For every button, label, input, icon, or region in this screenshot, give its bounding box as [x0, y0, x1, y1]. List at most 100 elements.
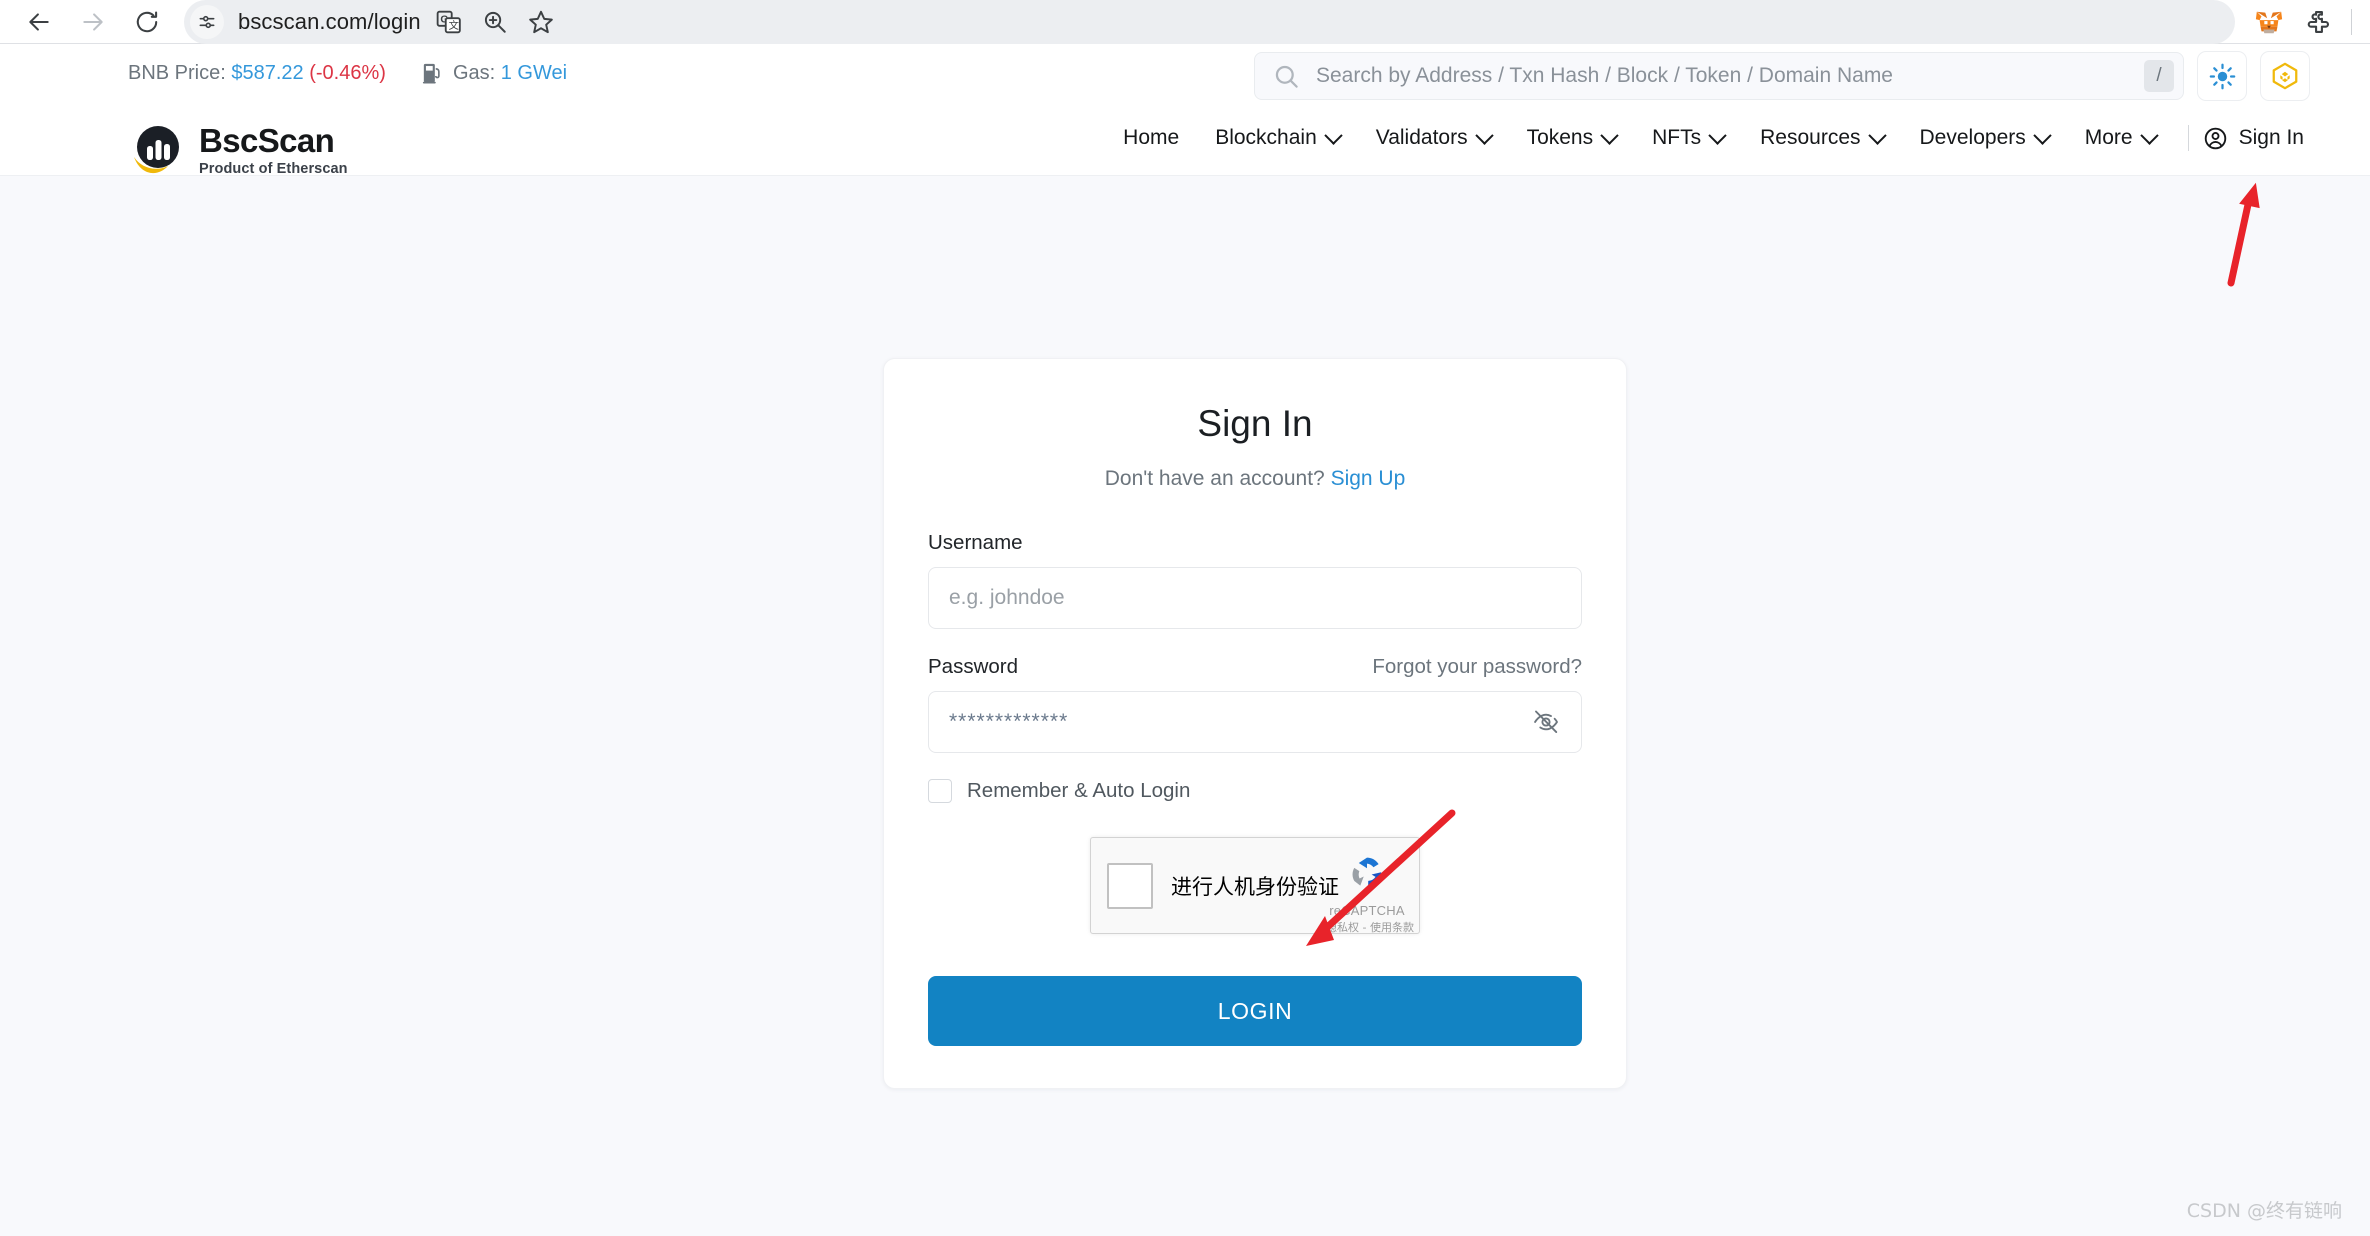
search-box[interactable]: /: [1254, 52, 2184, 100]
search-shortcut-badge: /: [2144, 60, 2174, 92]
theme-toggle-button[interactable]: [2197, 51, 2247, 101]
back-button[interactable]: [18, 1, 60, 43]
chevron-down-icon: [1600, 125, 1619, 145]
reload-button[interactable]: [126, 1, 168, 43]
gas-value: 1 GWei: [500, 61, 568, 84]
address-bar[interactable]: bscscan.com/login G 文: [184, 0, 2235, 44]
chevron-down-icon: [1474, 125, 1494, 145]
username-input[interactable]: [947, 585, 1563, 611]
omnibox-actions: G 文: [429, 2, 561, 42]
brand-title: BscScan: [199, 121, 335, 159]
toggle-password-visibility-button[interactable]: [1529, 705, 1563, 739]
recaptcha-checkbox[interactable]: [1107, 862, 1153, 909]
chevron-down-icon: [2139, 125, 2159, 145]
nav-divider: [2187, 125, 2189, 151]
nav-label: Resources: [1760, 126, 1861, 149]
gas-pump-icon: [422, 63, 440, 84]
recaptcha-widget[interactable]: 进行人机身份验证 reCAPTCHA 隐私权 - 使用条款: [1090, 837, 1420, 934]
sign-in-label: Sign In: [2238, 126, 2304, 149]
recaptcha-branding: reCAPTCHA 隐私权 - 使用条款: [1326, 850, 1414, 935]
nav-item-blockchain[interactable]: Blockchain: [1197, 125, 1358, 150]
bookmark-star-icon[interactable]: [521, 2, 561, 42]
reload-icon: [136, 10, 158, 32]
chevron-down-icon: [1867, 125, 1887, 145]
search-input[interactable]: [1314, 63, 2144, 89]
extension-icons: [2249, 2, 2339, 42]
gas-text: Gas: 1 GWei: [453, 62, 567, 85]
url-text: bscscan.com/login: [238, 8, 421, 34]
nav-label: Home: [1123, 126, 1180, 149]
gas-tracker[interactable]: Gas: 1 GWei: [422, 61, 567, 85]
nav-item-tokens[interactable]: Tokens: [1509, 125, 1635, 150]
recaptcha-logo-icon: [1352, 857, 1382, 887]
ticker-bar: BNB Price: $587.22 (-0.46%) Gas: 1 GWei: [0, 45, 2370, 101]
bnb-price-label: BNB Price:: [128, 61, 226, 84]
page-title: Sign In: [1197, 403, 1313, 444]
watermark: CSDN @终有链响: [2186, 1200, 2342, 1222]
brand-subtitle: Product of Etherscan: [199, 160, 348, 177]
nav-links: Home Blockchain Validators Tokens NFTs R…: [1105, 125, 2312, 151]
forgot-password-link[interactable]: Forgot your password?: [1372, 655, 1582, 679]
nav-label: Tokens: [1526, 126, 1594, 149]
nav-label: Blockchain: [1215, 126, 1317, 149]
bnb-chain-icon: [2272, 62, 2298, 90]
chevron-down-icon: [1324, 125, 1343, 145]
nav-item-resources[interactable]: Resources: [1742, 125, 1901, 150]
forward-button[interactable]: [72, 1, 114, 43]
translate-icon[interactable]: G 文: [429, 2, 469, 42]
nav-item-more[interactable]: More: [2067, 125, 2174, 150]
bscscan-wordmark: BscScan Product of Etherscan: [199, 124, 348, 177]
svg-text:文: 文: [448, 19, 458, 32]
extensions-puzzle-icon[interactable]: [2299, 2, 2339, 42]
sign-in-card: Sign In Don't have an account? Sign Up U…: [883, 358, 1627, 1089]
signup-prompt: Don't have an account? Sign Up: [928, 467, 1582, 491]
tune-icon: [199, 15, 215, 28]
remember-row[interactable]: Remember & Auto Login: [928, 779, 1582, 803]
zoom-icon[interactable]: [475, 2, 515, 42]
password-field[interactable]: [928, 691, 1582, 753]
header-search-area: /: [1254, 51, 2310, 101]
search-icon: [1275, 65, 1298, 88]
chevron-down-icon: [2033, 125, 2052, 145]
sun-icon: [2209, 63, 2235, 89]
nav-label: More: [2084, 126, 2133, 149]
bnb-price-value[interactable]: $587.22: [231, 62, 303, 84]
password-label-row: Password Forgot your password?: [928, 655, 1582, 679]
recaptcha-terms[interactable]: 隐私权 - 使用条款: [1326, 919, 1414, 935]
bnb-price-change: (-0.46%): [309, 61, 386, 84]
login-button[interactable]: LOGIN: [928, 976, 1582, 1046]
sign-in-button[interactable]: Sign In: [2203, 126, 2312, 151]
nav-label: Validators: [1375, 126, 1468, 149]
browser-toolbar: bscscan.com/login G 文: [0, 0, 2370, 44]
chain-selector-button[interactable]: [2260, 51, 2310, 101]
user-circle-icon: [2204, 127, 2226, 149]
nav-item-developers[interactable]: Developers: [1902, 125, 2067, 150]
username-label: Username: [928, 531, 1023, 554]
metamask-icon[interactable]: [2249, 2, 2289, 42]
main-navigation: BscScan Product of Etherscan Home Blockc…: [0, 101, 2370, 176]
username-field[interactable]: [928, 567, 1582, 629]
arrow-left-icon: [29, 12, 49, 31]
password-label: Password: [928, 655, 1019, 678]
signup-prompt-text: Don't have an account?: [1104, 467, 1325, 490]
toolbar-divider: [2351, 8, 2352, 35]
remember-checkbox[interactable]: [928, 779, 952, 803]
bscscan-logo-mark: [132, 123, 186, 177]
recaptcha-label: 进行人机身份验证: [1171, 874, 1339, 899]
site-info-button[interactable]: [190, 4, 224, 39]
nav-item-home[interactable]: Home: [1105, 126, 1197, 150]
recaptcha-brand-name: reCAPTCHA: [1329, 903, 1405, 918]
remember-label: Remember & Auto Login: [967, 779, 1191, 802]
chevron-down-icon: [1708, 125, 1727, 145]
sign-up-link[interactable]: Sign Up: [1331, 467, 1406, 490]
nav-label: Developers: [1919, 126, 2026, 149]
nav-item-nfts[interactable]: NFTs: [1634, 125, 1742, 150]
eye-off-icon: [1534, 710, 1559, 733]
nav-label: NFTs: [1652, 126, 1702, 149]
bscscan-logo[interactable]: BscScan Product of Etherscan: [132, 123, 348, 177]
password-input[interactable]: [947, 709, 1529, 735]
page-body: BNB Price: $587.22 (-0.46%) Gas: 1 GWei: [0, 45, 2370, 1236]
gas-label: Gas:: [452, 61, 496, 84]
bnb-price: BNB Price: $587.22 (-0.46%): [128, 62, 386, 85]
nav-item-validators[interactable]: Validators: [1358, 125, 1509, 150]
